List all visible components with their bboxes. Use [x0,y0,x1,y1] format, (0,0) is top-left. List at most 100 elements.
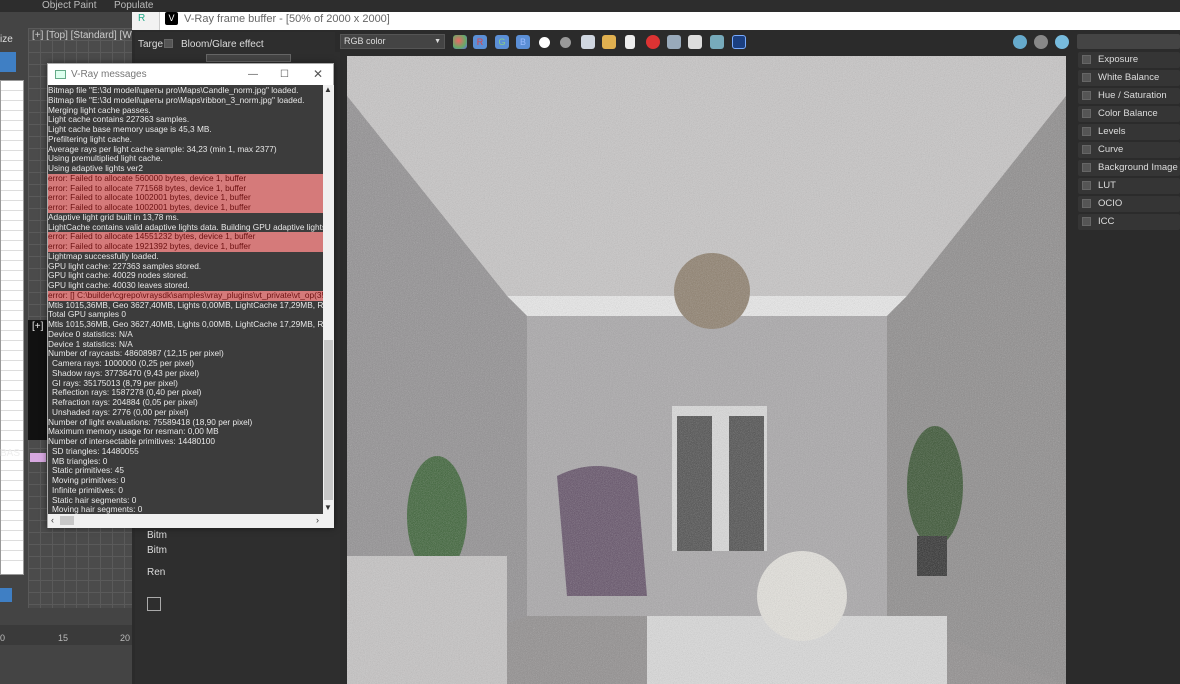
small-button[interactable] [147,597,161,611]
white-circle-icon[interactable] [539,37,550,48]
checkbox[interactable] [1082,109,1091,118]
scroll-thumb[interactable] [324,340,333,500]
cc-background-image[interactable]: Background Image [1078,160,1180,176]
scroll-left-icon[interactable]: ‹ [51,515,54,525]
list-row[interactable] [1,431,23,441]
menu-populate[interactable]: Populate [112,0,156,11]
list-row[interactable] [1,231,23,241]
list-row[interactable] [1,121,23,131]
list-row[interactable] [1,311,23,321]
gray-circle-icon[interactable] [560,37,571,48]
checkbox[interactable] [1082,217,1091,226]
region-icon[interactable] [688,35,702,49]
list-row[interactable] [1,381,23,391]
close-button[interactable]: ✕ [313,64,323,85]
blue-tool-button[interactable] [0,588,12,602]
list-row[interactable] [1,321,23,331]
list-row[interactable] [1,401,23,411]
list-row[interactable] [1,521,23,531]
list-row[interactable] [1,361,23,371]
vertical-scrollbar[interactable]: ▲ ▼ [323,85,334,514]
clear-icon[interactable] [646,35,660,49]
list-row[interactable] [1,281,23,291]
list-row[interactable] [1,151,23,161]
checkbox[interactable] [1082,163,1091,172]
list-row[interactable] [1,101,23,111]
minimize-button[interactable]: — [248,64,258,85]
list-row[interactable] [1,301,23,311]
checkbox[interactable] [1082,145,1091,154]
messages-titlebar[interactable]: V-Ray messages — ☐ ✕ [48,64,333,85]
list-row[interactable] [1,481,23,491]
messages-log[interactable]: Bitmap file "E:\3d modeli\цветы pro\Maps… [48,85,323,514]
list-row[interactable] [1,191,23,201]
hscroll-thumb[interactable] [60,516,74,525]
scroll-down-icon[interactable]: ▼ [324,503,332,512]
list-row[interactable] [1,261,23,271]
list-row[interactable] [1,501,23,511]
scroll-right-icon[interactable]: › [316,515,319,525]
cc-color-balance[interactable]: Color Balance [1078,106,1180,122]
cc-ocio[interactable]: OCIO [1078,196,1180,212]
maximize-button[interactable]: ☐ [280,64,289,85]
cc-lut[interactable]: LUT [1078,178,1180,194]
bloom-slider[interactable] [206,54,291,62]
list-row[interactable] [1,291,23,301]
checkbox[interactable] [1082,181,1091,190]
teapot-icon[interactable] [710,35,724,49]
scroll-up-icon[interactable]: ▲ [324,85,332,94]
list-row[interactable] [1,471,23,481]
list-row[interactable] [1,161,23,171]
red-channel-button[interactable]: R [473,35,487,49]
list-row[interactable] [1,91,23,101]
bloom-checkbox[interactable] [164,39,173,48]
list-row[interactable] [1,331,23,341]
list-row[interactable] [1,221,23,231]
list-row[interactable] [1,201,23,211]
blue-button[interactable] [0,52,16,72]
cc-exposure[interactable]: Exposure [1078,52,1180,68]
list-row[interactable] [1,461,23,471]
search-input[interactable] [1077,34,1180,49]
checkbox[interactable] [1082,199,1091,208]
cc-hue-saturation[interactable]: Hue / Saturation [1078,88,1180,104]
stop-icon[interactable] [1034,35,1048,49]
list-row[interactable] [1,511,23,521]
viewport-2[interactable] [28,320,48,440]
list-row[interactable] [1,531,23,541]
interactive-render-icon[interactable] [1055,35,1069,49]
scene-list[interactable] [0,80,24,575]
render-icon[interactable] [1013,35,1027,49]
list-row[interactable] [1,131,23,141]
rendered-image[interactable] [347,56,1066,684]
list-row[interactable] [1,491,23,501]
list-row[interactable] [1,271,23,281]
cc-icc[interactable]: ICC [1078,214,1180,230]
menu-object-paint[interactable]: Object Paint [40,0,99,11]
list-row[interactable] [1,551,23,561]
time-ruler[interactable]: 0 15 20 [0,625,135,645]
list-row[interactable] [1,391,23,401]
list-row[interactable] [1,421,23,431]
checkbox[interactable] [1082,91,1091,100]
clipboard-icon[interactable] [625,35,635,49]
list-row[interactable] [1,81,23,91]
checkbox[interactable] [1082,73,1091,82]
channel-select[interactable]: RGB color ▼ [340,34,445,49]
horizontal-scrollbar[interactable]: ‹ › [48,514,334,528]
cc-curve[interactable]: Curve [1078,142,1180,158]
list-row[interactable] [1,251,23,261]
viewport-label[interactable]: [+] [Top] [Standard] [Wire [32,30,143,41]
open-folder-icon[interactable] [602,35,616,49]
list-row[interactable] [1,111,23,121]
list-row[interactable] [1,211,23,221]
list-row[interactable] [1,541,23,551]
list-row[interactable] [1,371,23,381]
channels-icon[interactable] [453,35,467,49]
green-channel-button[interactable]: G [495,35,509,49]
blue-channel-button[interactable]: B [516,35,530,49]
compare-icon[interactable] [732,35,746,49]
list-row[interactable] [1,241,23,251]
cc-white-balance[interactable]: White Balance [1078,70,1180,86]
list-row[interactable] [1,171,23,181]
